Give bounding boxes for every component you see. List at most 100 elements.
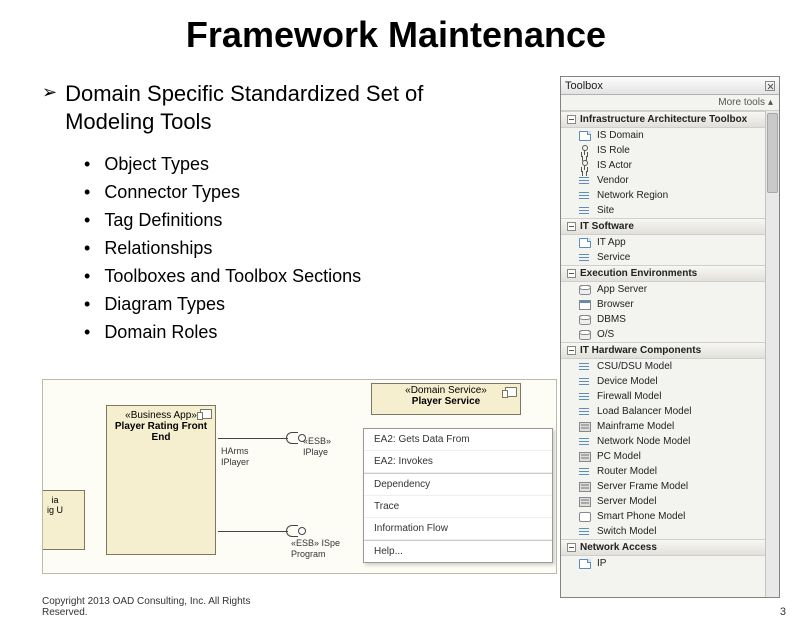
- db-icon: [579, 330, 591, 340]
- context-menu-item[interactable]: Trace: [364, 496, 552, 518]
- scrollbar-thumb[interactable]: [767, 113, 778, 193]
- toolbox-section-header[interactable]: IT Software: [561, 218, 765, 235]
- context-menu-item[interactable]: Help...: [364, 541, 552, 562]
- toolbox-item[interactable]: Vendor: [561, 173, 765, 188]
- chevron-up-icon: ▴: [768, 97, 773, 108]
- dot-icon: •: [84, 262, 90, 290]
- toolbox-item-label: Service: [597, 252, 630, 263]
- toolbox-item-label: Server Frame Model: [597, 481, 688, 492]
- toolbox-item[interactable]: IS Actor: [561, 158, 765, 173]
- iface-player-label: IPlayer: [221, 457, 249, 467]
- toolbox-item[interactable]: CSU/DSU Model: [561, 359, 765, 374]
- toolbox-item-label: IT App: [597, 237, 626, 248]
- toolbox-section-header[interactable]: Infrastructure Architecture Toolbox: [561, 111, 765, 128]
- list-item-label: Object Types: [104, 150, 209, 178]
- context-menu[interactable]: EA2: Gets Data From EA2: Invokes Depende…: [363, 428, 553, 563]
- toolbox-item[interactable]: Router Model: [561, 464, 765, 479]
- toolbox-item[interactable]: IT App: [561, 235, 765, 250]
- toolbox-item-label: Vendor: [597, 175, 629, 186]
- toolbox-item[interactable]: PC Model: [561, 449, 765, 464]
- context-menu-item[interactable]: Information Flow: [364, 518, 552, 540]
- iface-esb-name-2: Program: [291, 549, 326, 559]
- dot-icon: •: [84, 206, 90, 234]
- collapse-icon[interactable]: [567, 269, 576, 278]
- component-icon: [200, 409, 212, 419]
- toolbox-section-header[interactable]: Execution Environments: [561, 265, 765, 282]
- slide-title: Framework Maintenance: [0, 14, 792, 56]
- toolbox-item-label: Smart Phone Model: [597, 511, 685, 522]
- collapse-icon[interactable]: [567, 115, 576, 124]
- partial-text-2: ig U: [42, 505, 82, 515]
- rack-icon: [579, 452, 591, 462]
- toolbox-item[interactable]: Device Model: [561, 374, 765, 389]
- toolbox-item-label: App Server: [597, 284, 647, 295]
- toolbox-item[interactable]: Server Frame Model: [561, 479, 765, 494]
- more-tools-link[interactable]: More tools ▴: [561, 95, 779, 111]
- context-menu-item[interactable]: Dependency: [364, 474, 552, 496]
- bars-icon: [579, 176, 591, 186]
- toolbox-item-label: Firewall Model: [597, 391, 661, 402]
- toolbox-item[interactable]: Firewall Model: [561, 389, 765, 404]
- collapse-icon[interactable]: [567, 346, 576, 355]
- toolbox-item-label: Switch Model: [597, 526, 656, 537]
- toolbox-item[interactable]: Site: [561, 203, 765, 218]
- iface-arms-label: HArms: [221, 446, 249, 456]
- box-name: Player Rating Front End: [115, 421, 207, 443]
- toolbox-item[interactable]: Switch Model: [561, 524, 765, 539]
- bars-icon: [579, 206, 591, 216]
- toolbox-item[interactable]: IS Role: [561, 143, 765, 158]
- footer-line-2: Reserved.: [42, 607, 250, 618]
- toolbox-item[interactable]: O/S: [561, 327, 765, 342]
- toolbox-item-label: Site: [597, 205, 614, 216]
- triangle-bullet-icon: ➢: [42, 80, 57, 104]
- rack-icon: [579, 482, 591, 492]
- footer-line-1: Copyright 2013 OAD Consulting, Inc. All …: [42, 596, 250, 607]
- toolbox-item[interactable]: Network Node Model: [561, 434, 765, 449]
- toolbox-item[interactable]: App Server: [561, 282, 765, 297]
- db-icon: [579, 315, 591, 325]
- uml-diagram: ia ig U «Business App» Player Rating Fro…: [42, 379, 557, 574]
- section-header-label: IT Software: [580, 221, 634, 232]
- collapse-icon[interactable]: [567, 543, 576, 552]
- copyright-footer: Copyright 2013 OAD Consulting, Inc. All …: [42, 596, 250, 618]
- toolbox-title: Toolbox: [565, 80, 603, 92]
- toolbox-item-label: CSU/DSU Model: [597, 361, 672, 372]
- bars-icon: [579, 362, 591, 372]
- toolbox-item[interactable]: IS Domain: [561, 128, 765, 143]
- toolbox-item[interactable]: Mainframe Model: [561, 419, 765, 434]
- toolbox-titlebar[interactable]: Toolbox: [561, 77, 779, 95]
- toolbox-section-header[interactable]: Network Access: [561, 539, 765, 556]
- close-icon[interactable]: [765, 81, 775, 91]
- bars-icon: [579, 191, 591, 201]
- toolbox-item[interactable]: Smart Phone Model: [561, 509, 765, 524]
- list-item-label: Toolboxes and Toolbox Sections: [104, 262, 361, 290]
- toolbox-item-label: Network Region: [597, 190, 668, 201]
- toolbox-item[interactable]: Server Model: [561, 494, 765, 509]
- context-menu-item[interactable]: EA2: Invokes: [364, 451, 552, 473]
- toolbox-section-header[interactable]: IT Hardware Components: [561, 342, 765, 359]
- toolbox-panel[interactable]: Toolbox More tools ▴ Infrastructure Arch…: [560, 76, 780, 598]
- interface-connector-2: [218, 525, 318, 539]
- toolbox-item[interactable]: Load Balancer Model: [561, 404, 765, 419]
- toolbox-item[interactable]: DBMS: [561, 312, 765, 327]
- scrollbar[interactable]: [765, 111, 779, 597]
- collapse-icon[interactable]: [567, 222, 576, 231]
- mobile-icon: [579, 512, 591, 522]
- toolbox-item-label: Load Balancer Model: [597, 406, 692, 417]
- box-name: Player Service: [412, 396, 480, 407]
- toolbox-item[interactable]: Service: [561, 250, 765, 265]
- toolbox-item[interactable]: IP: [561, 556, 765, 571]
- list-item-label: Diagram Types: [104, 290, 225, 318]
- toolbox-item-label: Router Model: [597, 466, 657, 477]
- toolbox-item[interactable]: Browser: [561, 297, 765, 312]
- dot-icon: •: [84, 150, 90, 178]
- diagram-box-business-app: «Business App» Player Rating Front End: [106, 405, 216, 555]
- list-item-label: Tag Definitions: [104, 206, 222, 234]
- section-header-label: Execution Environments: [580, 268, 697, 279]
- bars-icon: [579, 467, 591, 477]
- toolbox-item-label: IS Role: [597, 145, 630, 156]
- dot-icon: •: [84, 178, 90, 206]
- actor-icon: [579, 146, 591, 156]
- toolbox-item[interactable]: Network Region: [561, 188, 765, 203]
- context-menu-item[interactable]: EA2: Gets Data From: [364, 429, 552, 451]
